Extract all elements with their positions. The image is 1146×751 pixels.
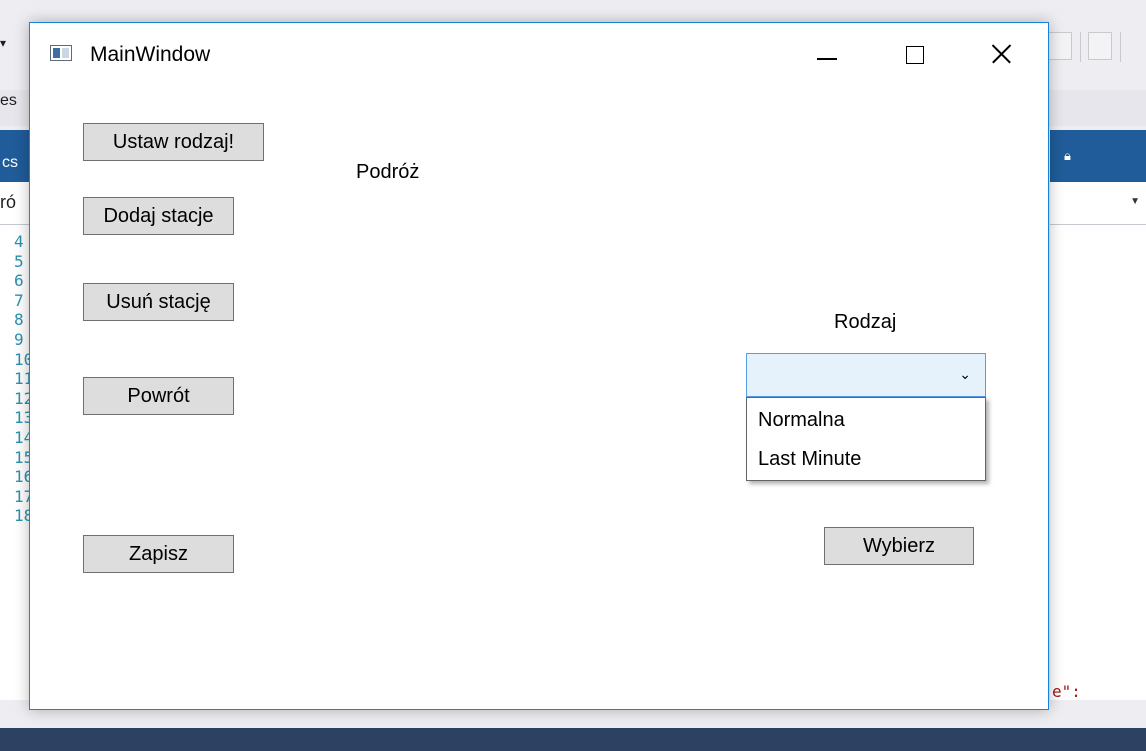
ide-status-bar [0, 728, 1146, 751]
line-number: 14 [14, 427, 34, 447]
remove-station-button[interactable]: Usuń stację [83, 283, 234, 321]
ide-toolbar-right [1048, 26, 1146, 68]
choose-button[interactable]: Wybierz [824, 527, 974, 565]
line-number: 16 [14, 467, 34, 487]
line-number: 11 [14, 369, 34, 389]
set-type-button[interactable]: Ustaw rodzaj! [83, 123, 264, 161]
line-number: 7 [14, 290, 24, 310]
type-dropdown-list: Normalna Last Minute [746, 397, 986, 481]
lock-icon: 🔒︎ [1064, 148, 1071, 163]
add-station-button[interactable]: Dodaj stacje [83, 197, 234, 235]
type-label: Rodzaj [834, 311, 897, 333]
ide-dropdown-arrow-icon: ▾ [0, 36, 7, 50]
line-number: 10 [14, 349, 34, 369]
window-title: MainWindow [90, 43, 211, 66]
minimize-icon[interactable] [804, 37, 850, 71]
main-window: MainWindow Ustaw rodzaj! Podróż Dodaj st… [29, 22, 1049, 710]
line-number: 4 [14, 232, 24, 251]
back-button[interactable]: Powrót [83, 377, 234, 415]
line-number: 12 [14, 388, 34, 408]
title-bar[interactable]: MainWindow [30, 23, 1048, 85]
ide-tab-label: cs [2, 154, 18, 171]
line-number: 9 [14, 329, 24, 349]
toolbar-separator [1120, 32, 1121, 62]
ide-toolbar-button[interactable] [1048, 32, 1072, 60]
line-number: 13 [14, 408, 34, 428]
window-client-area: Ustaw rodzaj! Podróż Dodaj stacje Usuń s… [30, 85, 1048, 709]
ide-document-tab-left[interactable]: cs [0, 130, 30, 182]
chevron-down-icon: ⌄ [959, 366, 971, 382]
ide-document-tab-right[interactable]: 🔒︎ [1050, 130, 1146, 182]
app-icon [50, 45, 72, 61]
ide-text-fragment: ró [0, 192, 17, 212]
ide-code-fragment: e": [1052, 682, 1081, 701]
line-number: 18 [14, 506, 34, 526]
line-number: 6 [14, 271, 24, 291]
chevron-down-icon: ▼ [1130, 196, 1140, 207]
type-combobox[interactable]: ⌄ [746, 353, 986, 397]
toolbar-separator [1080, 32, 1081, 62]
ide-navigation-dropdown-right[interactable]: ▼ [1050, 184, 1146, 225]
line-number-gutter: 4 5 6 7 8 9 10 11 12 13 14 15 16 17 18 [14, 232, 34, 526]
line-number: 15 [14, 447, 34, 467]
dropdown-option-last-minute[interactable]: Last Minute [758, 448, 861, 471]
close-icon[interactable] [978, 37, 1024, 71]
dropdown-option-normalna[interactable]: Normalna [758, 409, 845, 432]
maximize-icon[interactable] [892, 37, 938, 71]
line-number: 8 [14, 310, 24, 330]
line-number: 5 [14, 251, 24, 271]
line-number: 17 [14, 486, 34, 506]
journey-label: Podróż [356, 161, 420, 183]
ide-code-editor-right [1050, 182, 1146, 702]
ide-toolbar-button[interactable] [1088, 32, 1112, 60]
save-button[interactable]: Zapisz [83, 535, 234, 573]
ide-text-fragment: es [0, 92, 17, 109]
